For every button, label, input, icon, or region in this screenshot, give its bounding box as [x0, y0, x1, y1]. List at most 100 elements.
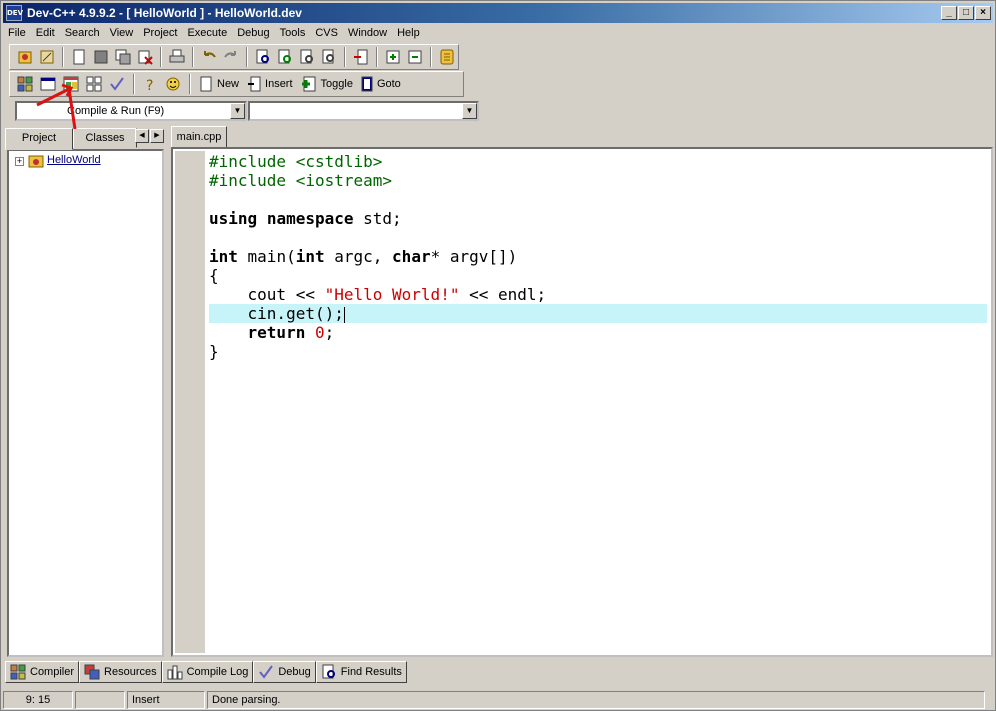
project-tree: + HelloWorld [7, 149, 164, 657]
insert-button[interactable]: Insert [243, 73, 297, 95]
find-next-icon [300, 49, 313, 64]
redo-icon [223, 51, 236, 58]
code-line: { [209, 266, 987, 285]
tab-compiler-label: Compiler [30, 666, 75, 678]
tab-compiler[interactable]: Compiler [5, 661, 80, 683]
menu-search[interactable]: Search [60, 25, 105, 43]
toggle-label: Toggle [320, 78, 353, 90]
tab-compile-log-label: Compile Log [186, 666, 249, 678]
status-insert-mode: Insert [127, 691, 205, 709]
current-code-line: cin.get(); [209, 304, 987, 323]
tab-scroll-left-icon[interactable]: ◀ [135, 129, 149, 143]
toolbar-separator [344, 47, 346, 67]
project-options-button[interactable] [436, 46, 457, 68]
code-text: cout << "Hello World!" << endl; [209, 285, 547, 304]
code-text: cin.get(); [209, 304, 344, 323]
code-line: #include <iostream> [209, 171, 987, 190]
undo-button[interactable] [198, 46, 219, 68]
toolbar-separator [192, 47, 194, 67]
status-bar: 9: 15 Insert Done parsing. [3, 691, 993, 709]
resources-icon [84, 664, 100, 680]
code-line: return 0; [209, 323, 987, 342]
text-cursor [343, 306, 345, 323]
checkmark-icon [259, 665, 274, 679]
new-file-icon [73, 49, 84, 65]
remove-from-project-icon [408, 50, 421, 64]
search-again-button[interactable] [318, 46, 339, 68]
bar-chart-icon [167, 665, 183, 680]
goto-bookmark-icon [361, 76, 373, 92]
search-again-icon [322, 49, 334, 64]
toolbar-separator [133, 74, 135, 94]
goto-line-icon [353, 49, 367, 65]
tab-debug-label: Debug [278, 666, 311, 678]
find-icon [256, 49, 269, 64]
printer-icon [169, 49, 184, 63]
code-text: } [209, 342, 219, 361]
tab-project[interactable]: Project [5, 128, 73, 150]
menu-project[interactable]: Project [138, 25, 182, 43]
menu-tools[interactable]: Tools [275, 25, 311, 43]
checkmark-icon [110, 77, 124, 91]
code-line: #include <cstdlib> [209, 152, 987, 171]
title-bar[interactable]: DEV Dev-C++ 4.9.9.2 - [ HelloWorld ] - H… [3, 3, 993, 23]
open-project-button[interactable] [14, 46, 35, 68]
window-title: Dev-C++ 4.9.9.2 - [ HelloWorld ] - Hello… [27, 6, 302, 20]
save-all-button[interactable] [112, 46, 133, 68]
tab-find-results[interactable]: Find Results [315, 661, 407, 683]
syntax-check-button[interactable] [106, 73, 128, 95]
close-button[interactable]: × [975, 6, 991, 20]
menu-help[interactable]: Help [392, 25, 425, 43]
help-button[interactable]: ? [139, 73, 161, 95]
close-file-button[interactable] [134, 46, 155, 68]
replace-button[interactable] [274, 46, 295, 68]
status-message: Done parsing. [207, 691, 985, 709]
new-file-button[interactable] [68, 46, 89, 68]
chevron-down-icon[interactable]: ▼ [462, 103, 477, 119]
menu-cvs[interactable]: CVS [310, 25, 343, 43]
goto-bookmark-button[interactable]: Goto [357, 73, 405, 95]
about-button[interactable] [162, 73, 184, 95]
find-button[interactable] [252, 46, 273, 68]
toggle-bookmark-icon [301, 76, 316, 92]
code-area[interactable]: #include <cstdlib> #include <iostream> u… [209, 152, 987, 361]
maximize-button[interactable]: □ [958, 6, 974, 20]
menu-execute[interactable]: Execute [182, 25, 232, 43]
menu-edit[interactable]: Edit [31, 25, 60, 43]
tab-resources[interactable]: Resources [79, 661, 162, 683]
tab-find-results-label: Find Results [340, 666, 402, 678]
tree-expand-icon[interactable]: + [15, 157, 24, 166]
minimize-button[interactable]: _ [941, 6, 957, 20]
menu-debug[interactable]: Debug [232, 25, 274, 43]
toggle-bookmark-button[interactable]: Toggle [297, 73, 357, 95]
open-project-icon [18, 51, 31, 64]
print-button[interactable] [166, 46, 187, 68]
save-project-icon [40, 50, 53, 64]
save-project-button[interactable] [36, 46, 57, 68]
class-member-combo[interactable]: ▼ [248, 101, 479, 121]
goto-line-button[interactable] [350, 46, 371, 68]
remove-from-project-button[interactable] [404, 46, 425, 68]
tab-main-cpp[interactable]: main.cpp [171, 126, 227, 148]
main-toolbar [9, 44, 459, 70]
menu-file[interactable]: File [3, 25, 31, 43]
tab-resources-label: Resources [104, 666, 157, 678]
help-icon: ? [146, 78, 153, 92]
tab-scroll-right-icon[interactable]: ▶ [150, 129, 164, 143]
menu-window[interactable]: Window [343, 25, 392, 43]
code-editor[interactable]: #include <cstdlib> #include <iostream> u… [171, 147, 993, 657]
chevron-down-icon[interactable]: ▼ [230, 103, 245, 119]
toolbar-separator [376, 47, 378, 67]
redo-button[interactable] [220, 46, 241, 68]
add-to-project-button[interactable] [382, 46, 403, 68]
insert-icon [248, 76, 261, 92]
menu-view[interactable]: View [105, 25, 139, 43]
smiley-icon [166, 77, 180, 91]
new-button[interactable]: New [195, 73, 243, 95]
find-next-button[interactable] [296, 46, 317, 68]
tab-debug[interactable]: Debug [253, 661, 316, 683]
save-file-button[interactable] [90, 46, 111, 68]
save-all-icon [115, 49, 130, 65]
tab-compile-log[interactable]: Compile Log [161, 661, 254, 683]
